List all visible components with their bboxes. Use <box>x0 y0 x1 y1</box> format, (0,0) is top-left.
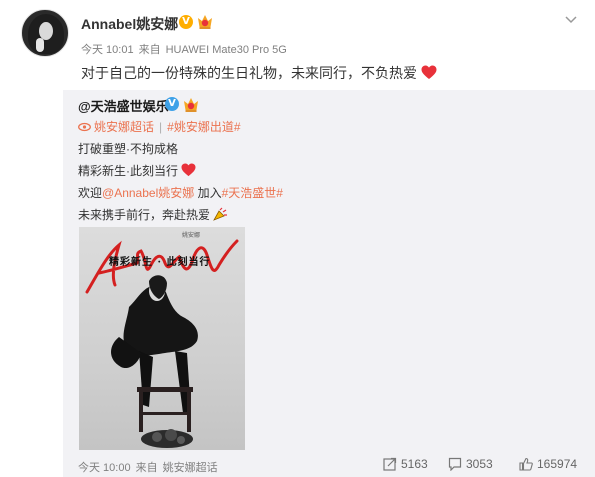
post-device: HUAWEI Mate30 Pro 5G <box>165 44 287 56</box>
post-text-content: 对于自己的一份特殊的生日礼物，未来同行，不负热爱 <box>81 65 417 81</box>
poster-tagline: 精彩新生 · 此刻当行 <box>109 257 211 268</box>
repost-line-2-text: 精彩新生·此刻当行 <box>78 164 178 178</box>
post-time[interactable]: 今天 10:01 <box>81 44 134 56</box>
username-link[interactable]: Annabel姚安娜 <box>81 14 178 34</box>
post-text: 对于自己的一份特殊的生日礼物，未来同行，不负热爱 <box>81 63 437 83</box>
forward-icon <box>383 457 397 471</box>
heart-emoji-icon <box>421 65 437 79</box>
repost-time[interactable]: 今天 10:00 <box>78 462 131 474</box>
repost-line-4: 未来携手前行，奔赴热爱 <box>78 206 228 223</box>
repost-line-3: 欢迎@Annabel姚安娜 加入#天浩盛世# <box>78 184 283 201</box>
line3-mid: 加入 <box>194 186 222 200</box>
member-crown-icon[interactable] <box>196 13 214 30</box>
repost-username-link[interactable]: @天浩盛世娱乐 <box>78 96 169 115</box>
repost-line-1: 打破重塑·不拘成格 <box>78 142 178 156</box>
heart-emoji-icon <box>181 163 196 177</box>
poster-figure-graphic <box>111 275 198 448</box>
chevron-down-icon[interactable] <box>564 12 578 26</box>
thumbs-up-icon <box>519 457 533 471</box>
repost-verified-icon: V <box>165 97 179 111</box>
forward-count: 5163 <box>401 457 428 471</box>
repost-source-link[interactable]: 姚安娜超话 <box>163 462 218 474</box>
verified-icon: V <box>179 15 193 29</box>
comment-icon <box>448 457 462 472</box>
like-count: 165974 <box>537 457 578 471</box>
user-avatar[interactable] <box>21 9 69 57</box>
mention-link[interactable]: @Annabel姚安娜 <box>102 186 194 200</box>
forward-button[interactable]: 5163 <box>383 457 428 471</box>
poster-small-name: 姚安娜 <box>182 233 201 239</box>
hashtag-link-debut[interactable]: #姚安娜出道# <box>167 120 240 134</box>
super-topic-icon <box>78 122 91 132</box>
repost-meta: 今天 10:00 来自 姚安娜超话 <box>78 459 223 475</box>
topic-links: 姚安娜超话 | #姚安娜出道# <box>78 118 241 135</box>
comment-button[interactable]: 3053 <box>448 457 493 472</box>
source-prefix: 来自 <box>138 44 161 56</box>
repost-member-crown-icon[interactable] <box>182 96 200 113</box>
repost-source-prefix: 来自 <box>135 462 158 474</box>
weibo-post-card: Annabel姚安娜 V 今天 10:01 来自 HUAWEI Mate30 Pro… <box>0 0 595 477</box>
repost-line-4-text: 未来携手前行，奔赴热爱 <box>78 208 211 222</box>
comment-count: 3053 <box>466 457 493 471</box>
cheer-emoji-icon <box>213 207 228 221</box>
topic-separator: | <box>159 120 163 134</box>
super-topic-link[interactable]: 姚安娜超话 <box>94 120 154 134</box>
poster-image[interactable]: 姚安娜 精彩新生 · 此刻当行 <box>79 227 245 450</box>
post-meta: 今天 10:01 来自 HUAWEI Mate30 Pro 5G <box>81 41 292 57</box>
line3-prefix: 欢迎 <box>78 186 103 200</box>
repost-line-2: 精彩新生·此刻当行 <box>78 162 196 179</box>
like-button[interactable]: 165974 <box>519 457 577 471</box>
hashtag-link-company[interactable]: #天浩盛世# <box>222 186 283 200</box>
